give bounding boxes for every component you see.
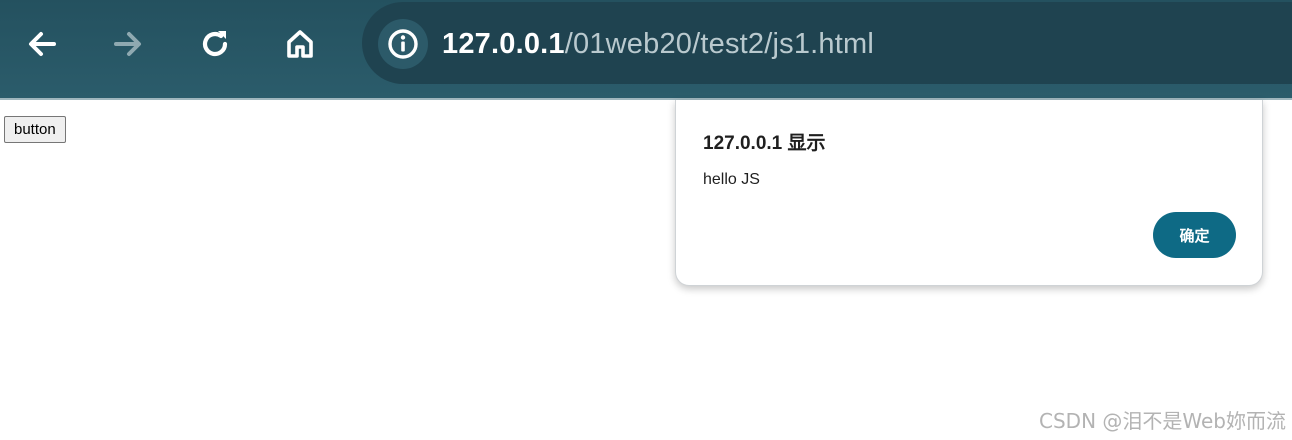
url-path: /01web20/test2/js1.html bbox=[564, 28, 875, 60]
reload-button[interactable] bbox=[191, 20, 239, 68]
url-text[interactable]: 127.0.0.1/01web20/test2/js1.html bbox=[442, 26, 874, 62]
url-host: 127.0.0.1 bbox=[442, 28, 565, 60]
alert-message: hello JS bbox=[703, 171, 760, 188]
back-button[interactable] bbox=[18, 20, 66, 68]
site-info-button[interactable] bbox=[378, 19, 428, 69]
home-button[interactable] bbox=[276, 20, 324, 68]
page-button[interactable]: button bbox=[4, 116, 66, 143]
ok-button[interactable]: 确定 bbox=[1153, 212, 1236, 258]
alert-dialog: 127.0.0.1 显示 hello JS 确定 bbox=[675, 100, 1263, 286]
reload-icon bbox=[202, 31, 228, 57]
arrow-left-icon bbox=[29, 32, 56, 56]
browser-toolbar: 127.0.0.1/01web20/test2/js1.html bbox=[0, 0, 1292, 100]
arrow-right-icon bbox=[114, 32, 141, 56]
address-bar[interactable]: 127.0.0.1/01web20/test2/js1.html bbox=[362, 2, 1292, 84]
watermark: CSDN @泪不是Web妳而流 bbox=[1039, 409, 1286, 433]
forward-button[interactable] bbox=[104, 20, 152, 68]
alert-title: 127.0.0.1 显示 bbox=[703, 133, 826, 154]
info-icon bbox=[388, 29, 418, 59]
home-icon bbox=[287, 30, 313, 58]
